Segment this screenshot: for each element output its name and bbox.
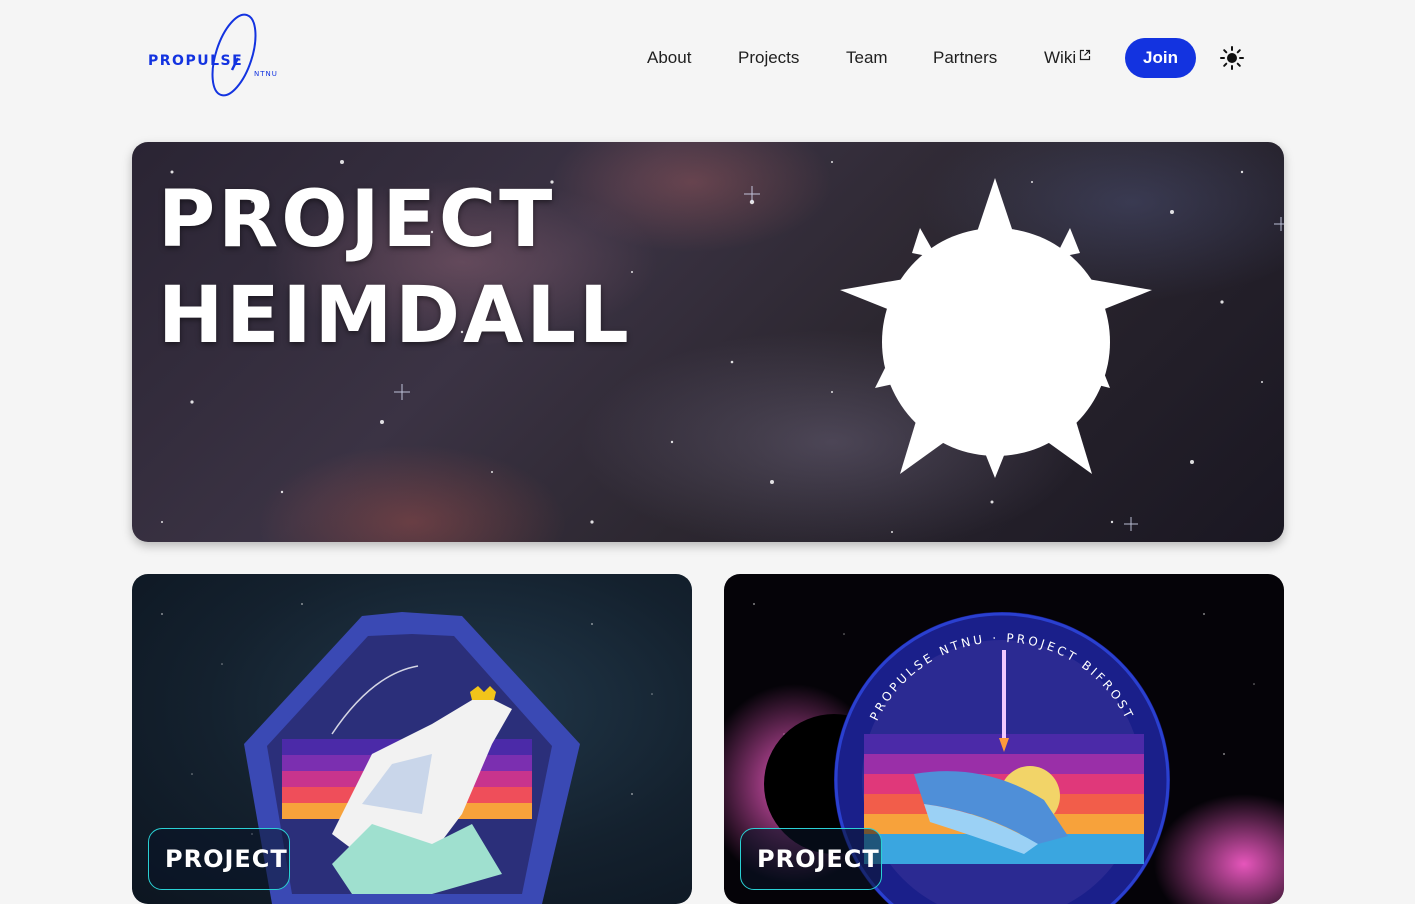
nav-partners[interactable]: Partners bbox=[933, 38, 997, 78]
sun-icon bbox=[1220, 46, 1244, 70]
nav-team[interactable]: Team bbox=[846, 38, 888, 78]
join-button[interactable]: Join bbox=[1125, 38, 1196, 78]
hero-title: PROJECT HEIMDALL bbox=[158, 172, 632, 364]
hero-title-line2: HEIMDALL bbox=[158, 271, 632, 361]
card-tag: PROJECT bbox=[148, 828, 290, 890]
card-tag-label: PROJECT bbox=[757, 845, 880, 873]
project-card-bifrost[interactable]: PROPULSE NTNU · PROJECT BIFROST PROJECT bbox=[724, 574, 1284, 904]
external-link-icon bbox=[1080, 49, 1091, 61]
nav-about[interactable]: About bbox=[647, 38, 691, 78]
card-tag-label: PROJECT bbox=[165, 845, 288, 873]
theme-toggle-button[interactable] bbox=[1218, 44, 1246, 72]
nav-wiki-label: Wiki bbox=[1044, 48, 1077, 67]
main-nav: About Projects Team Partners Wiki bbox=[0, 38, 1415, 78]
heimdall-emblem-icon bbox=[840, 178, 1152, 478]
nav-projects[interactable]: Projects bbox=[738, 38, 799, 78]
card-tag: PROJECT bbox=[740, 828, 882, 890]
project-card-polar-bear[interactable]: PROJECT bbox=[132, 574, 692, 904]
nav-wiki[interactable]: Wiki bbox=[1044, 38, 1091, 78]
hero-banner-heimdall[interactable]: PROJECT HEIMDALL bbox=[132, 142, 1284, 542]
hero-title-line1: PROJECT bbox=[158, 175, 556, 265]
